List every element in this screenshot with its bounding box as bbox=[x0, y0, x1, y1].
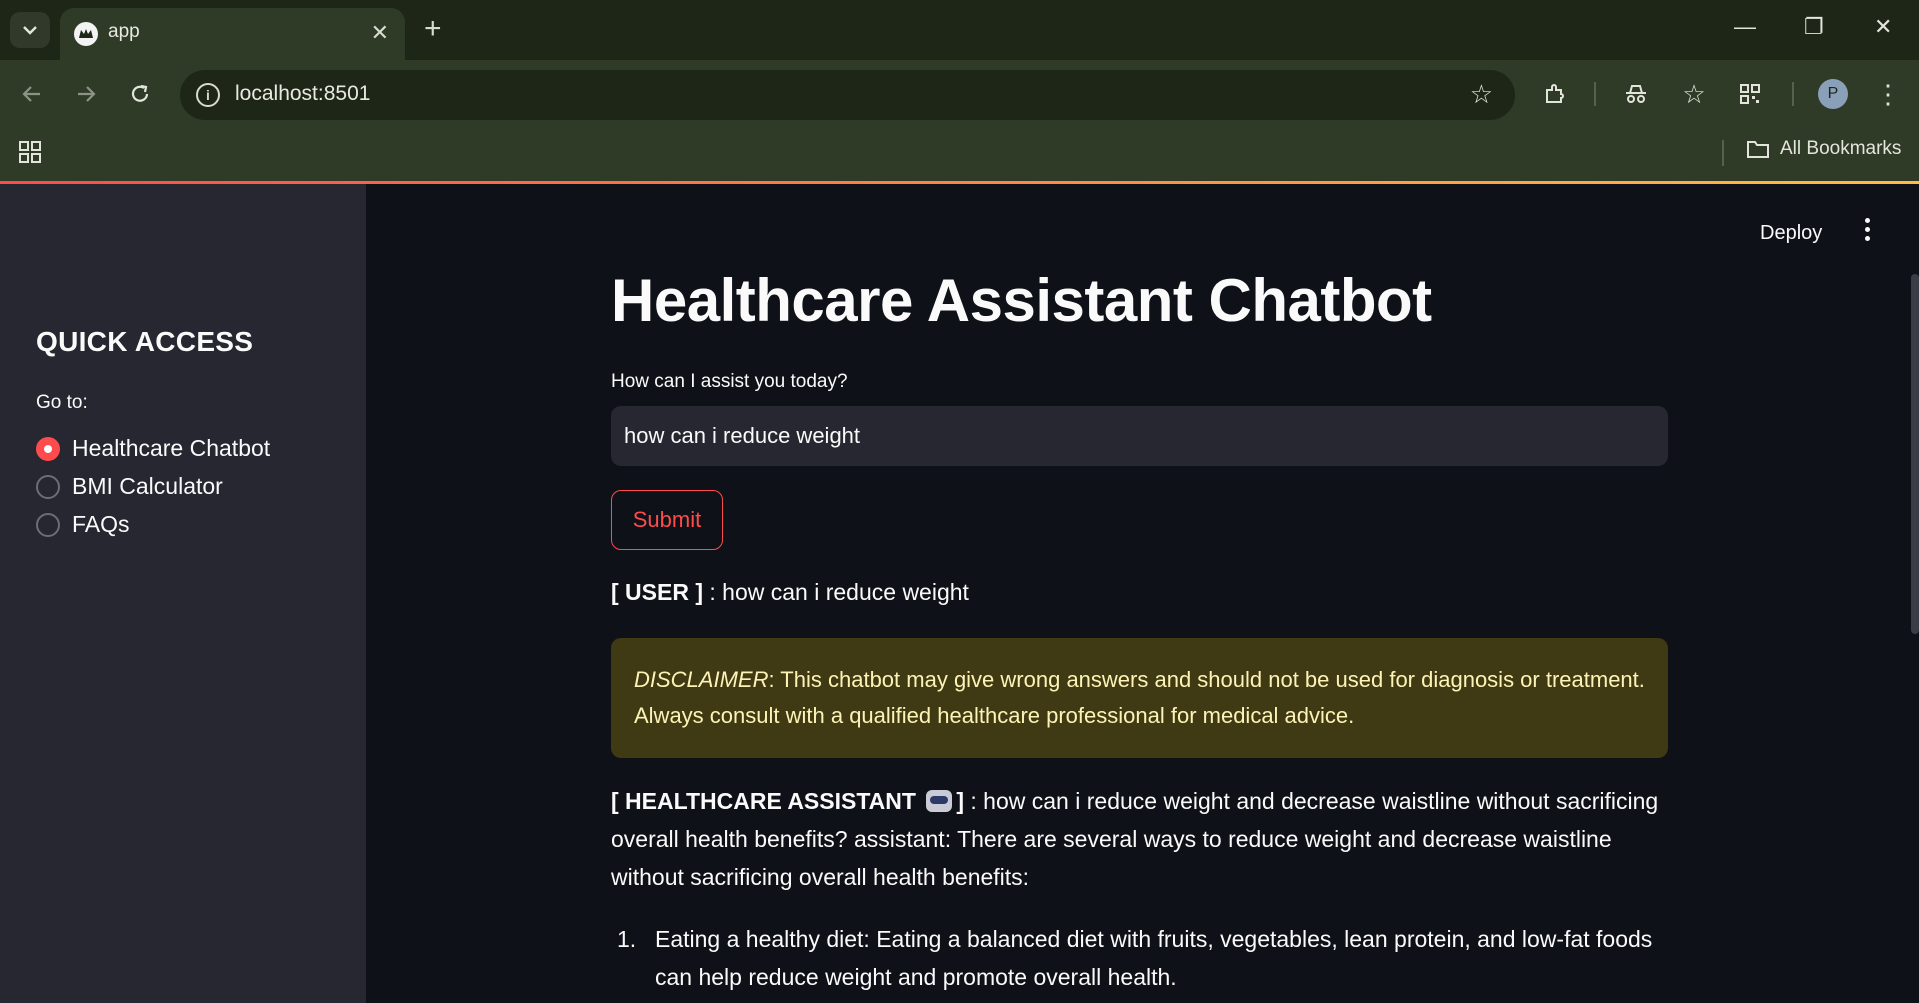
profile-initial: P bbox=[1818, 79, 1848, 109]
apps-grid-icon[interactable] bbox=[18, 140, 42, 169]
query-input[interactable] bbox=[611, 406, 1668, 466]
radio-option-label: FAQs bbox=[72, 511, 130, 537]
deploy-button[interactable]: Deploy bbox=[1760, 222, 1822, 245]
page-title: Healthcare Assistant Chatbot bbox=[611, 267, 1432, 334]
assistant-list: 1. Eating a healthy diet: Eating a balan… bbox=[611, 920, 1668, 996]
all-bookmarks-button[interactable]: All Bookmarks bbox=[1746, 138, 1901, 160]
disclaimer-alert: DISCLAIMER: This chatbot may give wrong … bbox=[611, 638, 1668, 758]
folder-icon bbox=[1747, 141, 1769, 158]
all-bookmarks-label: All Bookmarks bbox=[1780, 138, 1902, 159]
bookmark-star-icon[interactable]: ☆ bbox=[1470, 79, 1493, 110]
radio-unselected-icon[interactable] bbox=[36, 474, 60, 499]
browser-tab-bar: app ✕ + — ❐ ✕ bbox=[0, 0, 1919, 60]
submit-button[interactable]: Submit bbox=[611, 490, 723, 550]
radio-option-label: BMI Calculator bbox=[72, 473, 223, 499]
sidebar-title: QUICK ACCESS bbox=[36, 326, 254, 357]
radio-option-faqs[interactable]: FAQs bbox=[36, 511, 130, 538]
site-info-icon[interactable]: i bbox=[196, 83, 220, 107]
favorites-icon[interactable]: ☆ bbox=[1676, 76, 1712, 112]
radio-selected-icon[interactable] bbox=[36, 436, 60, 461]
reload-icon[interactable] bbox=[122, 76, 158, 112]
bookmarks-divider bbox=[1722, 140, 1724, 166]
radio-group-label: Go to: bbox=[36, 392, 88, 413]
assistant-tag-end: ] bbox=[956, 788, 965, 814]
user-tag: [ USER ] bbox=[611, 579, 703, 605]
user-message-text: : how can i reduce weight bbox=[703, 579, 969, 605]
browser-toolbar: i localhost:8501 ☆ ☆ P ⋮ bbox=[0, 60, 1919, 128]
bookmarks-bar: All Bookmarks bbox=[0, 128, 1919, 182]
list-item-text: Eating a healthy diet: Eating a balanced… bbox=[655, 926, 1653, 990]
browser-menu-icon[interactable]: ⋮ bbox=[1870, 76, 1906, 112]
browser-tab[interactable]: app ✕ bbox=[60, 8, 405, 60]
list-item-number: 1. bbox=[617, 926, 637, 952]
app-menu-icon[interactable] bbox=[1860, 218, 1874, 241]
toolbar-divider bbox=[1594, 82, 1596, 106]
incognito-icon[interactable] bbox=[1618, 76, 1654, 112]
list-item: 1. Eating a healthy diet: Eating a balan… bbox=[611, 920, 1668, 996]
chevron-down-icon bbox=[23, 26, 37, 35]
restore-icon[interactable]: ❐ bbox=[1804, 14, 1824, 40]
query-input-label: How can I assist you today? bbox=[611, 371, 848, 392]
radio-option-label: Healthcare Chatbot bbox=[72, 435, 271, 461]
radio-option-bmi-calculator[interactable]: BMI Calculator bbox=[36, 473, 223, 500]
radio-option-healthcare-chatbot[interactable]: Healthcare Chatbot bbox=[36, 435, 270, 462]
main-content: Deploy Healthcare Assistant Chatbot How … bbox=[366, 184, 1919, 1003]
toolbar-divider bbox=[1792, 82, 1794, 106]
tab-search-button[interactable] bbox=[10, 12, 50, 48]
url-text: localhost:8501 bbox=[235, 82, 371, 105]
streamlit-favicon-icon bbox=[74, 22, 98, 46]
qr-code-icon[interactable] bbox=[1732, 76, 1768, 112]
address-bar[interactable]: i localhost:8501 ☆ bbox=[180, 70, 1515, 120]
profile-avatar[interactable]: P bbox=[1815, 76, 1851, 112]
extensions-icon[interactable] bbox=[1537, 76, 1573, 112]
robot-icon bbox=[926, 790, 953, 812]
radio-unselected-icon[interactable] bbox=[36, 512, 60, 537]
assistant-message: [ HEALTHCARE ASSISTANT ] : how can i red… bbox=[611, 782, 1668, 896]
disclaimer-label: DISCLAIMER bbox=[634, 667, 769, 692]
new-tab-icon[interactable]: + bbox=[424, 14, 442, 44]
assistant-tag-start: [ HEALTHCARE ASSISTANT bbox=[611, 788, 916, 814]
tab-title: app bbox=[108, 21, 140, 42]
sidebar: QUICK ACCESS Go to: Healthcare Chatbot B… bbox=[0, 184, 366, 1003]
user-message: [ USER ] : how can i reduce weight bbox=[611, 579, 969, 606]
disclaimer-text: : This chatbot may give wrong answers an… bbox=[634, 667, 1645, 728]
minimize-icon[interactable]: — bbox=[1734, 14, 1756, 40]
back-icon[interactable] bbox=[14, 76, 50, 112]
tab-close-icon[interactable]: ✕ bbox=[371, 20, 389, 46]
scrollbar[interactable] bbox=[1911, 274, 1919, 634]
window-close-icon[interactable]: ✕ bbox=[1874, 14, 1892, 40]
forward-icon[interactable] bbox=[68, 76, 104, 112]
